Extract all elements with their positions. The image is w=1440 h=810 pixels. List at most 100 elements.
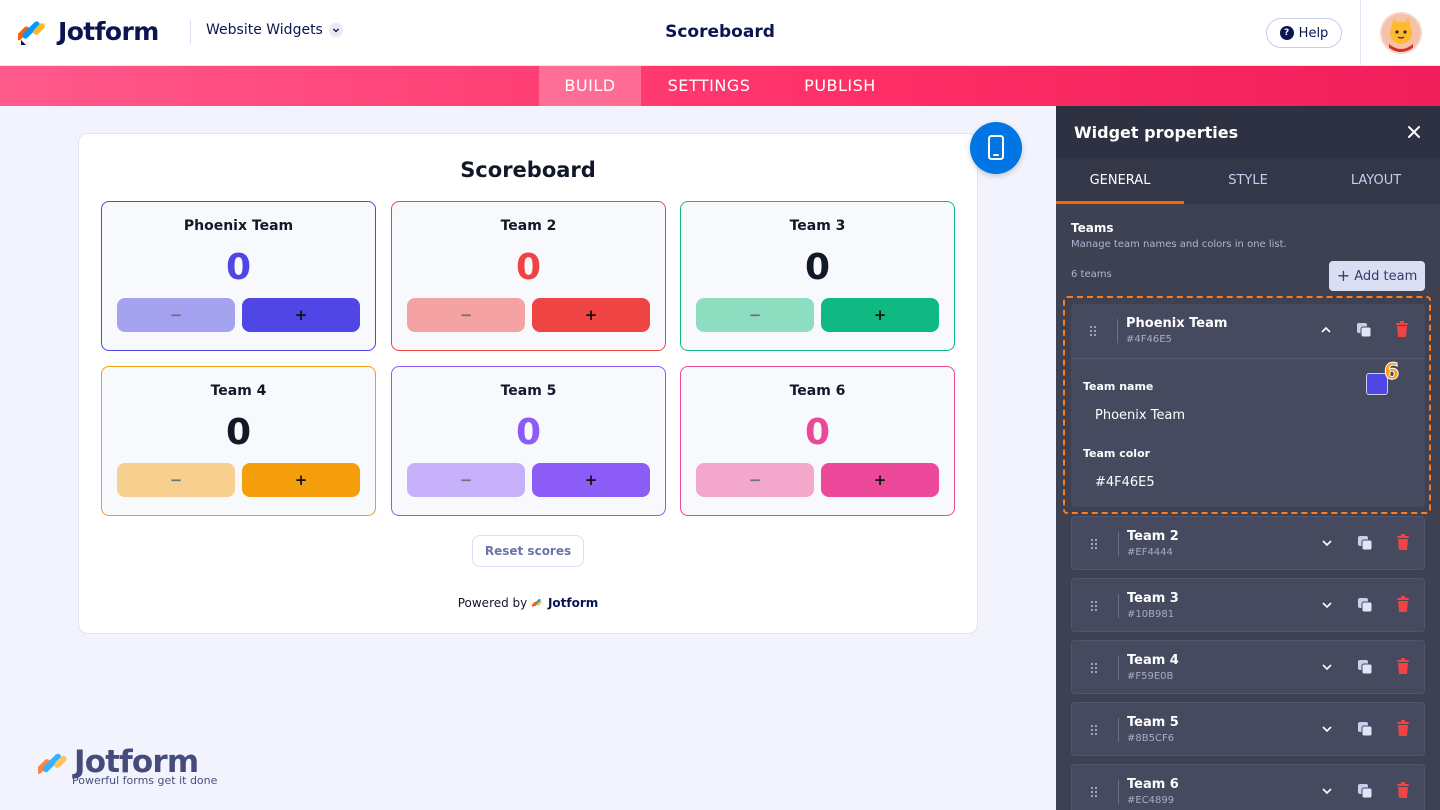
team-item-name: Team 2 <box>1127 529 1179 544</box>
team-name: Team 4 <box>210 383 267 399</box>
drag-handle-icon[interactable] <box>1090 724 1098 736</box>
team-card: Phoenix Team 0 − + <box>101 201 376 351</box>
team-count: 6 teams <box>1071 269 1112 280</box>
duplicate-icon[interactable] <box>1357 535 1373 551</box>
panel-header: Widget properties <box>1056 106 1440 158</box>
add-team-button[interactable]: + Add team <box>1329 261 1425 291</box>
trash-icon[interactable] <box>1396 782 1410 798</box>
team-name: Team 2 <box>500 218 557 234</box>
tab-build[interactable]: BUILD <box>539 66 641 106</box>
teams-section-subtitle: Manage team names and colors in one list… <box>1071 239 1287 250</box>
team-item[interactable]: Team 4 #F59E0B <box>1071 640 1425 694</box>
widget-properties-panel: Widget properties GENERAL STYLE LAYOUT T… <box>1056 106 1440 810</box>
chevron-down-icon[interactable] <box>1320 536 1334 550</box>
increment-button[interactable]: + <box>821 463 939 497</box>
widget-selector-label: Website Widgets <box>206 22 323 38</box>
decrement-button[interactable]: − <box>696 298 814 332</box>
duplicate-icon[interactable] <box>1357 783 1373 799</box>
tab-layout[interactable]: LAYOUT <box>1312 158 1440 204</box>
team-item[interactable]: Team 5 #8B5CF6 <box>1071 702 1425 756</box>
chevron-up-icon[interactable] <box>1319 323 1333 337</box>
jotform-watermark-icon <box>38 753 67 774</box>
chevron-down-icon[interactable] <box>1320 660 1334 674</box>
team-item-hex: #4F46E5 <box>1126 334 1172 345</box>
increment-button[interactable]: + <box>532 463 650 497</box>
mobile-preview-button[interactable] <box>970 122 1022 174</box>
tab-style[interactable]: STYLE <box>1184 158 1312 204</box>
drag-handle-icon[interactable] <box>1089 325 1097 337</box>
team-score: 0 <box>515 412 542 453</box>
duplicate-icon[interactable] <box>1357 659 1373 675</box>
chevron-down-icon[interactable] <box>1320 598 1334 612</box>
team-score: 0 <box>225 412 252 453</box>
team-name: Phoenix Team <box>183 218 294 234</box>
trash-icon[interactable] <box>1395 321 1409 337</box>
team-item-name: Team 6 <box>1127 777 1179 792</box>
tab-general[interactable]: GENERAL <box>1056 158 1184 204</box>
decrement-button[interactable]: − <box>117 463 235 497</box>
widget-selector[interactable]: Website Widgets <box>206 22 343 38</box>
increment-button[interactable]: + <box>242 463 360 497</box>
drag-handle-icon[interactable] <box>1090 786 1098 798</box>
decrement-button[interactable]: − <box>407 463 525 497</box>
decrement-button[interactable]: − <box>407 298 525 332</box>
duplicate-icon[interactable] <box>1357 597 1373 613</box>
duplicate-icon[interactable] <box>1356 322 1372 338</box>
team-item[interactable]: Team 2 #EF4444 <box>1071 516 1425 570</box>
tab-settings[interactable]: SETTINGS <box>655 66 763 106</box>
top-header: Jotform Website Widgets Scoreboard ? Hel… <box>0 0 1440 66</box>
team-card: Team 4 0 − + <box>101 366 376 516</box>
help-button[interactable]: ? Help <box>1266 18 1342 48</box>
header-divider-right <box>1360 0 1361 66</box>
watermark-tagline: Powerful forms get it done <box>72 774 218 787</box>
team-item-name: Team 3 <box>1127 591 1179 606</box>
jotform-logo[interactable]: Jotform <box>15 15 159 47</box>
trash-icon[interactable] <box>1396 534 1410 550</box>
team-color-input[interactable]: #4F46E5 <box>1095 475 1155 490</box>
jotform-small-logo-icon <box>531 598 543 609</box>
chevron-down-icon[interactable] <box>1320 784 1334 798</box>
scoreboard-title: Scoreboard <box>460 158 596 182</box>
team-item[interactable]: Team 3 #10B981 <box>1071 578 1425 632</box>
team-card: Team 2 0 − + <box>391 201 666 351</box>
team-item-hex: #EC4899 <box>1127 795 1175 806</box>
brand-name: Jotform <box>58 16 159 46</box>
decrement-button[interactable]: − <box>117 298 235 332</box>
duplicate-icon[interactable] <box>1357 721 1373 737</box>
trash-icon[interactable] <box>1396 658 1410 674</box>
drag-handle-icon[interactable] <box>1090 600 1098 612</box>
powered-by[interactable]: Powered by Jotform <box>79 596 977 610</box>
item-divider <box>1118 780 1119 804</box>
team-item-name: Team 4 <box>1127 653 1179 668</box>
decrement-button[interactable]: − <box>696 463 814 497</box>
chevron-down-icon <box>328 23 343 37</box>
close-icon[interactable] <box>1404 122 1424 142</box>
team-name-input[interactable]: Phoenix Team <box>1095 408 1185 423</box>
team-name-label: Team name <box>1083 380 1154 393</box>
powered-by-brand: Jotform <box>547 596 599 610</box>
header-divider <box>190 20 191 44</box>
drag-handle-icon[interactable] <box>1090 538 1098 550</box>
builder-nav: BUILD SETTINGS PUBLISH <box>0 66 1440 106</box>
team-item[interactable]: Team 6 #EC4899 <box>1071 764 1425 810</box>
question-icon: ? <box>1279 26 1294 40</box>
tab-publish[interactable]: PUBLISH <box>793 66 887 106</box>
team-item-hex: #8B5CF6 <box>1127 733 1175 744</box>
team-score: 0 <box>804 247 831 288</box>
reset-scores-button[interactable]: Reset scores <box>472 535 584 567</box>
team-card: Team 3 0 − + <box>680 201 955 351</box>
increment-button[interactable]: + <box>532 298 650 332</box>
item-divider <box>1118 594 1119 618</box>
trash-icon[interactable] <box>1396 596 1410 612</box>
increment-button[interactable]: + <box>821 298 939 332</box>
increment-button[interactable]: + <box>242 298 360 332</box>
trash-icon[interactable] <box>1396 720 1410 736</box>
avatar[interactable] <box>1380 12 1422 54</box>
team-item-name: Team 5 <box>1127 715 1179 730</box>
panel-title: Widget properties <box>1074 123 1239 142</box>
team-name: Team 5 <box>500 383 557 399</box>
drag-handle-icon[interactable] <box>1090 662 1098 674</box>
team-item-name: Phoenix Team <box>1126 316 1228 331</box>
item-divider <box>1118 718 1119 742</box>
chevron-down-icon[interactable] <box>1320 722 1334 736</box>
